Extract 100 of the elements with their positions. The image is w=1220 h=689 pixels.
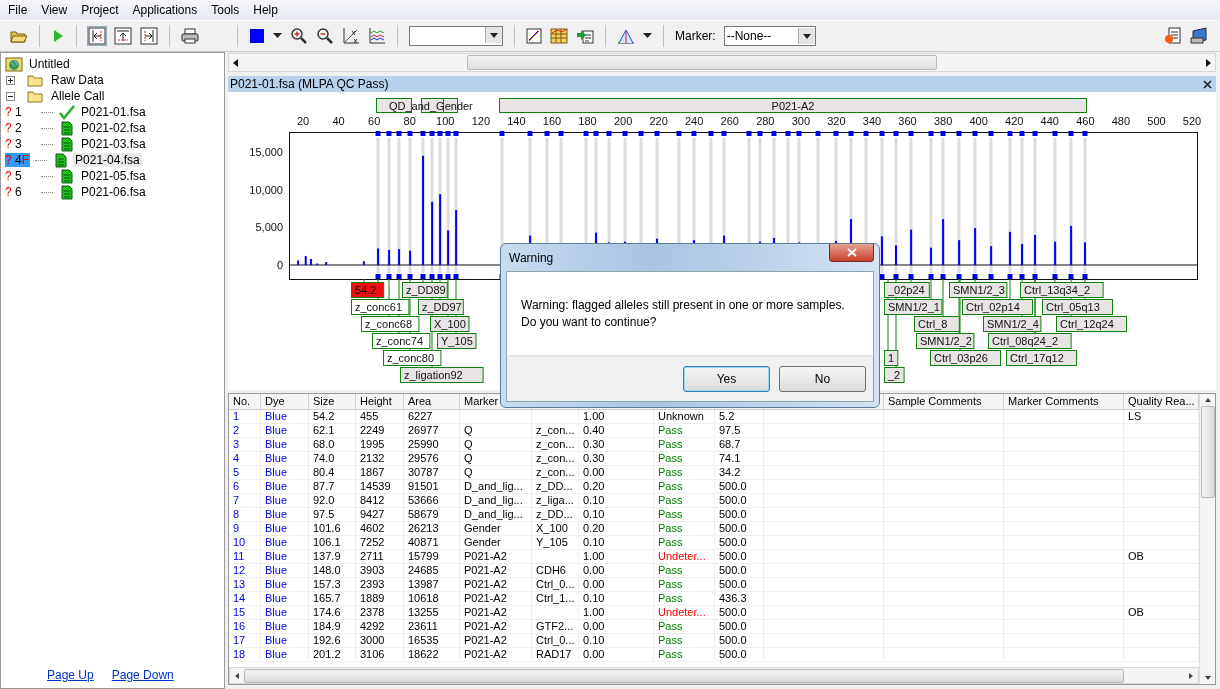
- peak-label[interactable]: _2: [884, 367, 905, 383]
- peak-label[interactable]: 1: [884, 350, 899, 366]
- column-header[interactable]: Area: [404, 394, 460, 410]
- report-icon[interactable]: [1164, 27, 1182, 45]
- table-cell: Blue: [261, 634, 309, 648]
- menu-item[interactable]: Applications: [132, 3, 198, 17]
- table-cell: 0.10: [579, 508, 654, 522]
- zoom-in-icon[interactable]: [290, 27, 308, 45]
- menu-item[interactable]: Tools: [211, 3, 240, 17]
- axis-label: 380: [933, 115, 953, 127]
- page-link[interactable]: Page Up: [47, 668, 94, 682]
- sample-file[interactable]: P021-01.fsa: [79, 105, 148, 119]
- zoom-out-icon[interactable]: [316, 27, 334, 45]
- peak-label[interactable]: Ctrl_08q24_2: [988, 333, 1072, 349]
- page-link[interactable]: Page Down: [111, 668, 174, 682]
- tree-item[interactable]: Allele Call: [49, 89, 107, 103]
- column-header[interactable]: Height: [356, 394, 404, 410]
- dialog-button[interactable]: Yes: [683, 365, 770, 392]
- peak-label[interactable]: z_DD97: [418, 299, 464, 315]
- peak-label[interactable]: SMN1/2_1: [884, 299, 943, 315]
- peak-label[interactable]: Y_105: [437, 333, 477, 349]
- open-folder-icon[interactable]: [10, 28, 28, 44]
- peak-label[interactable]: Ctrl_17q12: [1006, 350, 1077, 366]
- align-top-icon[interactable]: [114, 27, 132, 45]
- menu-item[interactable]: Help: [253, 3, 278, 17]
- table-cell: 174.6: [309, 606, 356, 620]
- menu-item[interactable]: View: [41, 3, 68, 17]
- horizontal-scrollbar[interactable]: [228, 53, 1216, 72]
- dialog-button[interactable]: No: [779, 365, 866, 392]
- peak-label[interactable]: z_DD89: [402, 282, 448, 298]
- axis-label: 220: [649, 115, 668, 127]
- horizontal-scrollbar[interactable]: [229, 667, 1199, 684]
- peak-label[interactable]: z_conc61: [351, 299, 410, 315]
- peak-label[interactable]: _02p24: [884, 282, 930, 298]
- peak-label[interactable]: SMN1/2_3: [949, 282, 1008, 298]
- peak-label[interactable]: Ctrl_02p14: [962, 299, 1033, 315]
- panel-title: P021-01.fsa (MLPA QC Pass): [230, 77, 389, 91]
- peak-label[interactable]: Ctrl_03p26: [930, 350, 1001, 366]
- sample-file[interactable]: P021-03.fsa: [79, 137, 148, 151]
- axis-label: 100: [436, 115, 455, 127]
- align-left-icon[interactable]: [88, 27, 106, 45]
- table-cell: 500.0: [715, 564, 764, 578]
- table-cell: 13255: [404, 606, 460, 620]
- table-cell: 500.0: [715, 480, 764, 494]
- peak-label[interactable]: 54.2: [351, 282, 385, 298]
- table-cell: 101.6: [309, 522, 356, 536]
- align-right-icon[interactable]: [140, 27, 158, 45]
- leader-line: [1054, 278, 1056, 283]
- expand-icon[interactable]: [6, 75, 15, 85]
- diagonal-line-icon[interactable]: [526, 28, 542, 44]
- sample-file[interactable]: P021-04.fsa: [73, 153, 142, 167]
- caret-icon[interactable]: [273, 33, 282, 39]
- peak-label[interactable]: z_ligation92: [400, 367, 484, 383]
- sample-file[interactable]: P021-02.fsa: [79, 121, 148, 135]
- peak-label[interactable]: SMN1/2_2: [916, 333, 975, 349]
- table-cell: 500.0: [715, 634, 764, 648]
- column-header[interactable]: Quality Rea...: [1124, 394, 1199, 410]
- dropdown-field[interactable]: [409, 26, 503, 46]
- monitor-icon[interactable]: [1190, 27, 1210, 45]
- sample-file[interactable]: P021-06.fsa: [79, 185, 148, 199]
- column-header[interactable]: No.: [229, 394, 261, 410]
- export-icon[interactable]: [576, 28, 594, 44]
- tree-item[interactable]: Raw Data: [49, 73, 106, 87]
- peak-label[interactable]: Ctrl_12q24: [1056, 316, 1127, 332]
- tree-item[interactable]: Untitled: [27, 57, 72, 71]
- peak-icon[interactable]: [617, 28, 635, 44]
- caret-icon[interactable]: [643, 33, 652, 39]
- marker-select[interactable]: --None--: [723, 26, 816, 46]
- printer-icon[interactable]: [181, 28, 199, 44]
- table-cell: Blue: [261, 424, 309, 438]
- sample-file[interactable]: P021-05.fsa: [79, 169, 148, 183]
- multi-line-graph-icon[interactable]: [368, 27, 386, 45]
- menu-item[interactable]: Project: [81, 3, 119, 17]
- table-cell: 2378: [356, 606, 404, 620]
- table-cell: 1995: [356, 438, 404, 452]
- color-swatch-icon[interactable]: [249, 28, 265, 44]
- peak-label[interactable]: z_conc80: [383, 350, 442, 366]
- peak-label[interactable]: SMN1/2_4: [983, 316, 1042, 332]
- close-button[interactable]: [829, 244, 874, 262]
- column-header[interactable]: Size: [309, 394, 356, 410]
- sample-status: ? 6: [5, 185, 23, 199]
- collapse-icon[interactable]: [6, 91, 15, 101]
- axis-scale-icon[interactable]: [342, 27, 360, 45]
- peak-label[interactable]: Ctrl_13q34_2: [1020, 282, 1104, 298]
- column-header[interactable]: Sample Comments: [884, 394, 1004, 410]
- table-cell: Pass: [654, 564, 715, 578]
- menu-item[interactable]: File: [8, 3, 28, 17]
- table-chart-icon[interactable]: [550, 28, 568, 44]
- column-header[interactable]: Marker Comments: [1004, 394, 1124, 410]
- marker-bar[interactable]: P021-A2: [499, 98, 1087, 113]
- peak-label[interactable]: z_conc68: [361, 316, 420, 332]
- column-header[interactable]: Dye: [261, 394, 309, 410]
- axis-label: 15,000: [249, 146, 283, 159]
- peak-label[interactable]: X_100: [430, 316, 470, 332]
- table-cell: Blue: [261, 452, 309, 466]
- close-icon[interactable]: [1203, 79, 1212, 89]
- peak-label[interactable]: z_conc74: [372, 333, 431, 349]
- peak-label[interactable]: Ctrl_05q13: [1042, 299, 1113, 315]
- vertical-scrollbar[interactable]: [1199, 394, 1215, 684]
- peak-label[interactable]: Ctrl_8: [914, 316, 960, 332]
